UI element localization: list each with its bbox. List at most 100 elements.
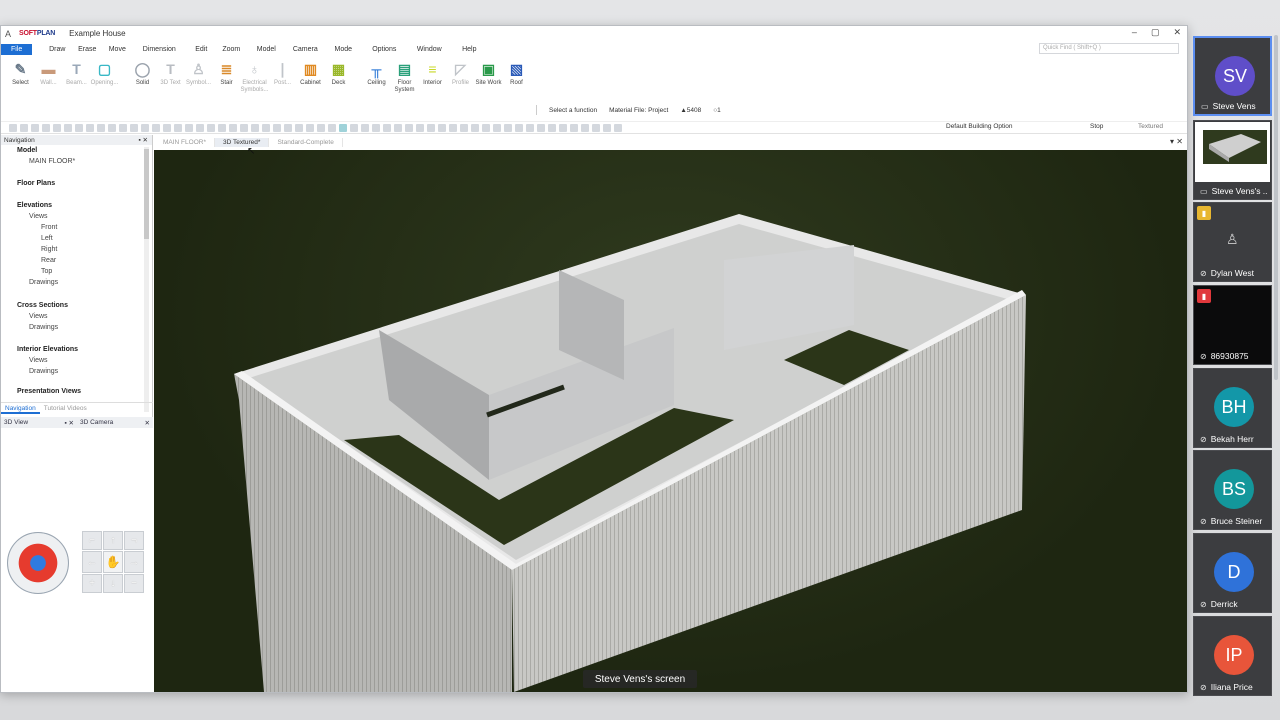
toolstrip-icon[interactable] — [504, 123, 512, 132]
toolstrip-icon[interactable] — [493, 123, 501, 132]
ribbon-tool-opening[interactable]: ▢ Opening... — [91, 57, 119, 99]
stop-button[interactable]: Stop — [1090, 123, 1103, 130]
render-mode-select[interactable]: Textured — [1138, 123, 1163, 130]
participant-scrollbar[interactable] — [1274, 35, 1278, 380]
tree-elevations[interactable]: Elevations — [17, 202, 52, 209]
minimize-icon[interactable]: – — [1132, 27, 1137, 38]
scroll-thumb[interactable] — [144, 149, 149, 239]
toolstrip-icon[interactable] — [119, 123, 127, 132]
menu-erase[interactable]: Erase — [72, 46, 102, 53]
arrow-right-icon[interactable]: → — [124, 551, 144, 573]
close-icon[interactable]: ✕ — [145, 419, 150, 427]
participant-tile[interactable]: BH ⊘ Bekah Herr — [1193, 368, 1272, 448]
ribbon-tool-interior[interactable]: ≡ Interior — [419, 57, 446, 99]
zoom-in-icon[interactable]: + — [82, 574, 102, 593]
tilt-left-icon[interactable]: ⌐ — [82, 531, 102, 550]
tree-cs-views[interactable]: Views — [29, 313, 48, 320]
arrow-left-icon[interactable]: ← — [82, 551, 102, 573]
ribbon-tool-3d-text[interactable]: T 3D Text — [157, 57, 184, 99]
tree-elev-drawings[interactable]: Drawings — [29, 279, 58, 286]
toolstrip-icon[interactable] — [174, 123, 182, 132]
pin-close-icon[interactable]: ▪ ✕ — [64, 419, 74, 427]
tree-cs-drawings[interactable]: Drawings — [29, 324, 58, 331]
toolstrip-icon[interactable] — [559, 123, 567, 132]
ribbon-tool-solid[interactable]: ◯ Solid — [129, 57, 156, 99]
toolstrip-icon[interactable] — [603, 123, 611, 132]
participant-tile[interactable]: D ⊘ Derrick — [1193, 533, 1272, 613]
toolstrip-icon[interactable] — [20, 123, 28, 132]
participant-tile[interactable]: BS ⊘ Bruce Steiner — [1193, 450, 1272, 530]
menu-options[interactable]: Options — [362, 46, 406, 53]
arrow-down-icon[interactable]: ↓ — [103, 574, 123, 593]
toolstrip-icon[interactable] — [251, 123, 259, 132]
ribbon-tool-select[interactable]: ✎ Select — [7, 57, 34, 99]
toolstrip-icon[interactable] — [152, 123, 160, 132]
toolstrip-icon[interactable] — [482, 123, 490, 132]
toolstrip-icon[interactable] — [614, 123, 622, 132]
menu-help[interactable]: Help — [452, 46, 486, 53]
toolstrip-icon[interactable] — [339, 123, 347, 132]
toolstrip-icon[interactable] — [130, 123, 138, 132]
toolstrip-icon[interactable] — [449, 123, 457, 132]
ribbon-tool-symbol[interactable]: ♙ Symbol... — [185, 57, 212, 99]
ribbon-tool-wall[interactable]: ▬ Wall... — [35, 57, 62, 99]
arrow-up-icon[interactable]: ↑ — [103, 531, 123, 550]
zoom-out-icon[interactable]: − — [124, 574, 144, 593]
toolstrip-icon[interactable] — [350, 123, 358, 132]
participant-tile[interactable]: IP ⊘ Iliana Price — [1193, 616, 1272, 696]
tree-left[interactable]: Left — [41, 235, 53, 242]
tree-ie-views[interactable]: Views — [29, 357, 48, 364]
ribbon-tool-site-work[interactable]: ▣ Site Work — [475, 57, 502, 99]
toolstrip-icon[interactable] — [141, 123, 149, 132]
tree-top[interactable]: Top — [41, 268, 52, 275]
3d-viewport[interactable] — [154, 150, 1187, 692]
menu-mode[interactable]: Mode — [324, 46, 362, 53]
ribbon-tool-roof[interactable]: ▧ Roof — [503, 57, 530, 99]
toolstrip-icon[interactable] — [9, 123, 17, 132]
ribbon-tool-electrical-symbols[interactable]: ♁ Electrical Symbols... — [241, 57, 269, 99]
pan-hand-icon[interactable]: ✋ — [103, 551, 123, 573]
close-tab-icon[interactable]: ▾ ✕ — [1170, 137, 1183, 146]
toolstrip-icon[interactable] — [548, 123, 556, 132]
navigation-scrollbar[interactable] — [144, 147, 149, 412]
toolstrip-icon[interactable] — [592, 123, 600, 132]
toolstrip-icon[interactable] — [97, 123, 105, 132]
toolstrip-icon[interactable] — [262, 123, 270, 132]
tab-3d-textured[interactable]: 3D Textured* — [214, 137, 270, 147]
tree-cross-sections[interactable]: Cross Sections — [17, 302, 68, 309]
participant-tile[interactable]: ▮ ♙ ⊘ Dylan West — [1193, 202, 1272, 282]
3d-camera-panel-header[interactable]: 3D Camera ✕ — [77, 417, 153, 428]
ribbon-tool-deck[interactable]: ▦ Deck — [325, 57, 352, 99]
ribbon-tool-floor-system[interactable]: ▤ Floor System — [391, 57, 418, 99]
tab-standard-complete[interactable]: Standard-Complete — [269, 137, 343, 147]
material-file-button[interactable]: Material File: Project — [609, 107, 668, 114]
participant-tile[interactable]: SV ▭ Steve Vens — [1193, 36, 1272, 116]
building-option-select[interactable]: Default Building Option — [946, 123, 1013, 130]
toolstrip-icon[interactable] — [471, 123, 479, 132]
toolstrip-icon[interactable] — [42, 123, 50, 132]
toolstrip-icon[interactable] — [328, 123, 336, 132]
menu-window[interactable]: Window — [406, 46, 452, 53]
toolstrip-icon[interactable] — [383, 123, 391, 132]
toolstrip-icon[interactable] — [273, 123, 281, 132]
toolstrip-icon[interactable] — [581, 123, 589, 132]
tree-front[interactable]: Front — [41, 224, 57, 231]
tree-main-floor[interactable]: MAIN FLOOR* — [29, 158, 75, 165]
ribbon-tool-post[interactable]: ❘ Post... — [269, 57, 296, 99]
toolstrip-icon[interactable] — [460, 123, 468, 132]
toolstrip-icon[interactable] — [361, 123, 369, 132]
panel-pin-close-icon[interactable]: ▪ ✕ — [138, 136, 148, 144]
toolstrip-icon[interactable] — [218, 123, 226, 132]
ribbon-tool-cabinet[interactable]: ▥ Cabinet — [297, 57, 324, 99]
tree-right[interactable]: Right — [41, 246, 57, 253]
toolstrip-icon[interactable] — [405, 123, 413, 132]
tree-elev-views[interactable]: Views — [29, 213, 48, 220]
orbit-control[interactable] — [7, 532, 69, 594]
toolstrip-icon[interactable] — [515, 123, 523, 132]
participant-tile[interactable]: ▭ Steve Vens's ... — [1193, 120, 1272, 200]
toolstrip-icon[interactable] — [306, 123, 314, 132]
toolstrip-icon[interactable] — [570, 123, 578, 132]
menu-draw[interactable]: Draw — [42, 46, 72, 53]
menu-model[interactable]: Model — [246, 46, 286, 53]
menu-camera[interactable]: Camera — [286, 46, 324, 53]
